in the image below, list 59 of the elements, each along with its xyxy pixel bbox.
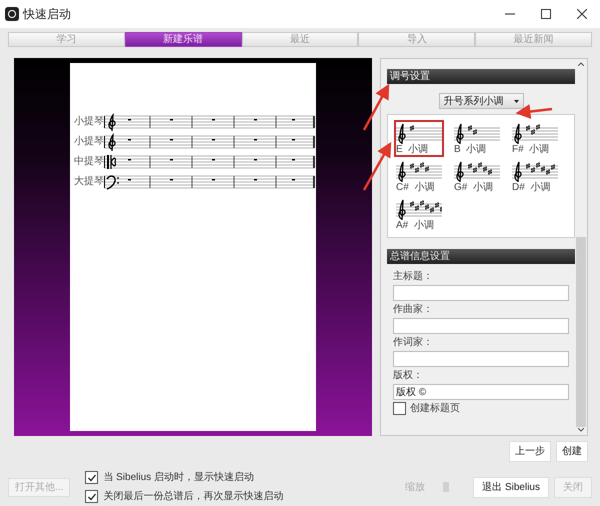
field-label: 主标题： xyxy=(393,270,434,284)
checkbox-label: 关闭最后一份总谱后，再次显示快速启动 xyxy=(103,490,284,504)
instrument-label: 小提琴 xyxy=(74,114,104,129)
field-label: 作词家： xyxy=(393,336,434,350)
key-signature-option[interactable]: A# 小调 xyxy=(394,196,444,233)
field-label: 版权： xyxy=(393,368,424,383)
key-label: F# 小调 xyxy=(512,144,550,155)
checkbox-label: 当 Sibelius 启动时，显示快速启动 xyxy=(103,470,254,485)
key-signature-drawing xyxy=(454,122,500,144)
maximize-icon[interactable] xyxy=(541,9,551,19)
scroll-up-icon[interactable] xyxy=(578,62,584,66)
key-label: G# 小调 xyxy=(454,182,494,193)
instrument-label: 小提琴 xyxy=(74,134,104,149)
tab[interactable]: 新建乐谱 xyxy=(124,32,242,47)
key-label: D# 小调 xyxy=(512,182,552,193)
window-title: 快速启动 xyxy=(23,6,71,23)
key-signature-drawing xyxy=(512,122,558,144)
key-signature-drawing xyxy=(396,160,442,182)
close-icon[interactable] xyxy=(577,9,587,19)
zoom-label: 缩放 xyxy=(405,480,426,494)
key-signature-drawing xyxy=(454,160,500,182)
scroll-down-icon[interactable] xyxy=(578,428,584,432)
key-signature-option[interactable]: B 小调 xyxy=(452,120,502,157)
key-label: A# 小调 xyxy=(396,220,435,231)
footer-button[interactable]: 退出 Sibelius xyxy=(473,476,549,498)
key-label: C# 小调 xyxy=(396,182,436,193)
input-field[interactable]: 版权 © xyxy=(393,384,569,400)
field-label: 作曲家： xyxy=(393,302,434,317)
checkbox[interactable] xyxy=(393,402,406,415)
zoom-slider-handle[interactable] xyxy=(443,482,450,492)
key-signature-drawing xyxy=(512,160,558,182)
instrument-label: 中提琴 xyxy=(74,154,104,169)
scrollbar-thumb[interactable] xyxy=(576,237,586,427)
checkbox[interactable] xyxy=(85,490,98,503)
input-field[interactable] xyxy=(393,285,569,301)
nav-button[interactable]: 创建 xyxy=(556,441,588,462)
key-signature-option[interactable]: G# 小调 xyxy=(452,158,502,195)
key-signature-option[interactable]: D# 小调 xyxy=(510,158,560,195)
key-signature-option[interactable]: F# 小调 xyxy=(510,120,560,157)
caret-icon xyxy=(514,100,518,102)
key-label: E 小调 xyxy=(396,144,430,155)
input-field[interactable] xyxy=(393,318,569,334)
key-label: B 小调 xyxy=(454,144,488,155)
instrument-label: 大提琴 xyxy=(74,174,104,189)
annotation-arrow xyxy=(362,84,390,131)
checkbox-label: 创建标题页 xyxy=(410,402,460,414)
annotation-arrow xyxy=(362,142,392,191)
input-field[interactable] xyxy=(393,351,569,367)
app-icon xyxy=(5,7,19,21)
section-header: 总谱信息设置 xyxy=(387,249,575,264)
annotation-arrow xyxy=(516,104,552,119)
nav-button[interactable]: 上一步 xyxy=(509,441,551,462)
checkbox[interactable] xyxy=(85,471,98,484)
dropdown[interactable]: 升号系列小调 xyxy=(438,93,524,109)
key-signature-drawing xyxy=(396,122,442,144)
section-header: 调号设置 xyxy=(387,69,575,84)
key-signature-option[interactable]: C# 小调 xyxy=(394,158,444,195)
key-signature-drawing xyxy=(396,198,442,220)
key-signature-option[interactable]: E 小调 xyxy=(394,120,444,157)
